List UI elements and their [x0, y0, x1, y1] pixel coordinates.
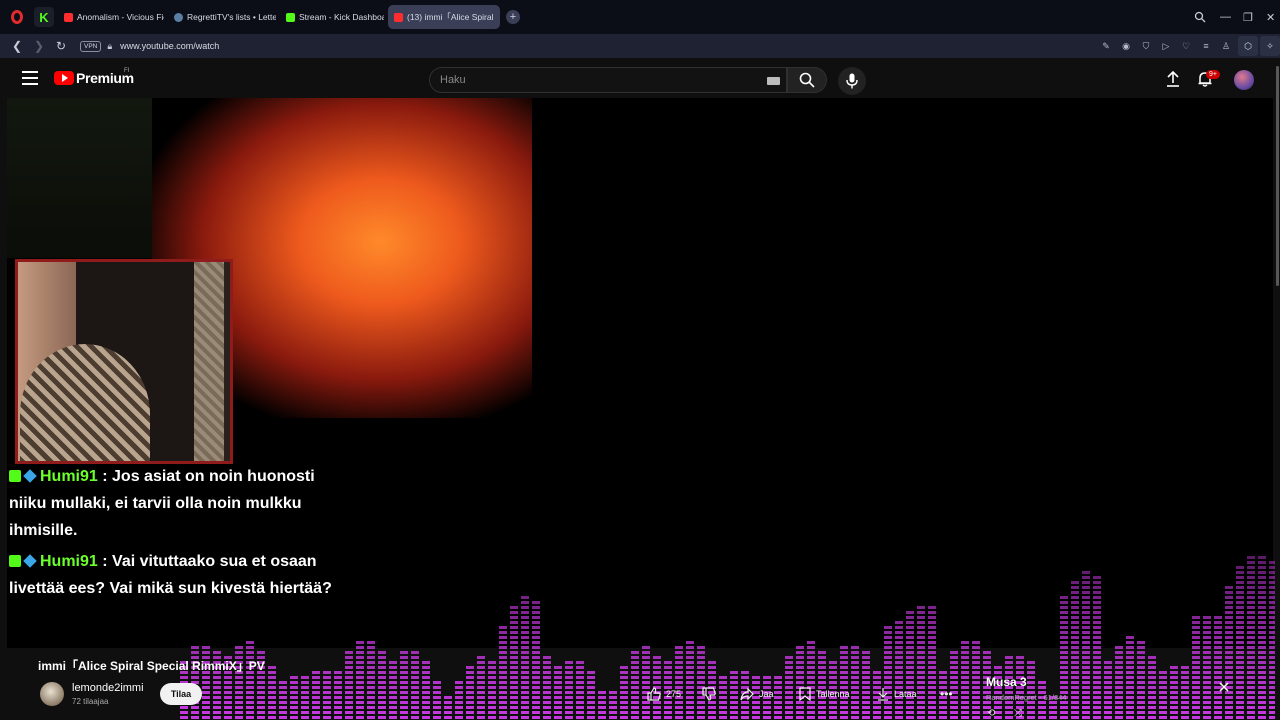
- browser-tab[interactable]: Stream - Kick Dashboard: [280, 5, 384, 29]
- dislike-button[interactable]: [702, 687, 721, 701]
- share-icon: [740, 687, 754, 701]
- account-avatar[interactable]: [1234, 70, 1254, 90]
- mic-icon: [846, 73, 858, 89]
- browser-tab-bar: K Anomalism - Vicious Fictio RegrettiTV's…: [0, 0, 1280, 34]
- channel-avatar[interactable]: [40, 682, 64, 706]
- close-playlist-icon[interactable]: [1217, 680, 1231, 694]
- tab-strip: Anomalism - Vicious Fictio RegrettiTV's l…: [54, 5, 500, 29]
- chat-separator: :: [102, 468, 108, 485]
- channel-name[interactable]: lemonde2immi: [72, 682, 144, 694]
- more-actions-icon[interactable]: •••: [940, 687, 953, 701]
- shield-icon[interactable]: ⛉: [1136, 41, 1156, 52]
- voice-search-button[interactable]: [838, 67, 866, 95]
- tab-label: (13) immi「Alice Spiral: [407, 12, 494, 22]
- letterboxd-favicon-icon: [174, 12, 183, 22]
- edit-icon[interactable]: ✎: [1096, 41, 1116, 52]
- search-input[interactable]: [440, 74, 740, 86]
- keyboard-icon[interactable]: [767, 77, 780, 85]
- download-icon: [878, 688, 888, 701]
- bookmark-icon: [799, 687, 811, 701]
- share-label: Jaa: [759, 689, 774, 699]
- forward-icon[interactable]: ❯: [30, 37, 48, 55]
- ai-assistant-icon[interactable]: ✧: [1260, 36, 1280, 56]
- playlist-subtitle: RandomRegret - 61/844: [986, 693, 1067, 702]
- youtube-favicon-icon: [394, 12, 403, 22]
- video-title: immi「Alice Spiral Special RimmiX」PV: [38, 659, 265, 673]
- download-label: Lataa: [894, 689, 917, 699]
- close-window-button[interactable]: ✕: [1266, 0, 1275, 34]
- upload-icon[interactable]: [1164, 70, 1182, 88]
- address-bar-row: ❮ ❯ ↻ VPN 🔒︎ www.youtube.com/watch ✎ ◉ ⛉…: [0, 34, 1280, 58]
- notification-badge: 9+: [1206, 70, 1220, 79]
- new-tab-button[interactable]: +: [506, 10, 520, 24]
- subscribe-button[interactable]: Tilaa: [160, 683, 202, 705]
- kick-favicon-icon: [286, 12, 295, 22]
- save-label: Tallenna: [816, 689, 850, 699]
- playlist-title[interactable]: Musa 3: [986, 675, 1027, 689]
- share-button[interactable]: Jaa: [740, 687, 774, 701]
- save-button[interactable]: Tallenna: [799, 687, 850, 701]
- url-field[interactable]: www.youtube.com/watch: [120, 41, 219, 51]
- browser-tab[interactable]: RegrettiTV's lists • Letterb: [168, 5, 276, 29]
- thumbs-up-icon: [647, 687, 661, 701]
- youtube-favicon-icon: [64, 12, 73, 22]
- download-button[interactable]: Lataa: [877, 687, 917, 701]
- thumbs-down-icon: [702, 687, 716, 701]
- camera-icon[interactable]: ◉: [1116, 41, 1136, 52]
- like-button[interactable]: 275: [647, 687, 681, 701]
- tab-label: Stream - Kick Dashboard: [299, 12, 384, 22]
- youtube-header: Premium FI: [0, 58, 1280, 98]
- opera-menu-icon[interactable]: [6, 6, 28, 28]
- restore-button[interactable]: ❐: [1243, 0, 1253, 34]
- minimize-button[interactable]: —: [1220, 0, 1231, 34]
- youtube-logo[interactable]: Premium FI: [54, 68, 134, 86]
- video-frame-edge: [7, 98, 152, 258]
- browser-tab[interactable]: (13) immi「Alice Spiral: [388, 5, 500, 29]
- like-count: 275: [666, 689, 682, 699]
- profile-icon[interactable]: ♙: [1216, 41, 1236, 52]
- subscriber-count: 72 tilaajaa: [72, 697, 109, 706]
- region-label: FI: [124, 68, 130, 74]
- lock-icon[interactable]: 🔒︎: [107, 41, 112, 52]
- subscriber-badge-icon: [23, 469, 37, 483]
- tab-search-icon[interactable]: [1194, 0, 1206, 34]
- chat-username: Humi91: [40, 468, 98, 485]
- shuffle-icon[interactable]: ⤮: [1014, 708, 1022, 719]
- kick-badge-icon: [9, 470, 21, 482]
- vpn-badge[interactable]: VPN: [80, 40, 102, 52]
- hamburger-menu-icon[interactable]: [22, 71, 38, 85]
- extension-icon[interactable]: ⬡: [1238, 36, 1258, 56]
- search-icon: [799, 72, 815, 88]
- browser-tab[interactable]: Anomalism - Vicious Fictio: [58, 5, 164, 29]
- tab-label: RegrettiTV's lists • Letterb: [187, 12, 276, 22]
- reload-icon[interactable]: ↻: [52, 37, 70, 55]
- youtube-play-icon: [54, 71, 74, 85]
- player-icon[interactable]: ▷: [1156, 41, 1176, 52]
- loop-icon[interactable]: ⟲: [987, 708, 995, 719]
- webcam-overlay: [15, 259, 233, 464]
- tab-label: Anomalism - Vicious Fictio: [77, 12, 164, 22]
- search-button[interactable]: [787, 67, 827, 93]
- search-box: [429, 67, 787, 93]
- scrollbar-thumb[interactable]: [1276, 66, 1279, 286]
- back-icon[interactable]: ❮: [8, 37, 26, 55]
- kick-pinned-icon[interactable]: K: [34, 7, 54, 27]
- heart-icon[interactable]: ♡: [1176, 41, 1196, 52]
- list-icon[interactable]: ≡: [1196, 41, 1216, 51]
- page-scrollbar[interactable]: [1275, 58, 1280, 720]
- video-info-bar: immi「Alice Spiral Special RimmiX」PV lemo…: [0, 648, 1280, 720]
